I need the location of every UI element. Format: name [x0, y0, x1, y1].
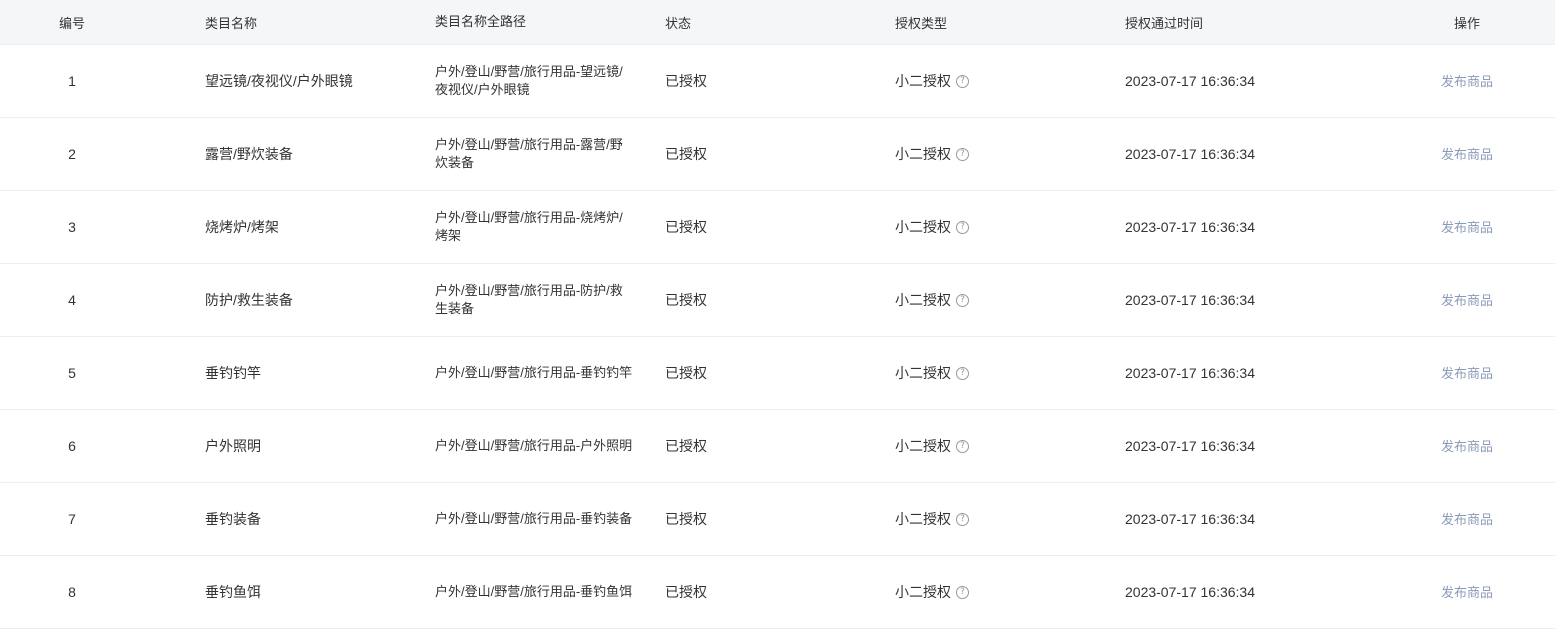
cell-path: 户外/登山/野营/旅行用品-户外照明	[435, 438, 633, 453]
cell-action: 发布商品	[1395, 72, 1539, 91]
header-action: 操作	[1453, 15, 1480, 31]
cell-status: 已授权	[665, 219, 707, 235]
cell-status: 已授权	[665, 73, 707, 89]
cell-action: 发布商品	[1395, 583, 1539, 602]
cell-auth-type: 小二授权 ?	[895, 510, 969, 528]
cell-status: 已授权	[665, 292, 707, 308]
cell-action: 发布商品	[1395, 364, 1539, 383]
cell-auth-time: 2023-07-17 16:36:34	[1125, 365, 1255, 381]
cell-name: 户外照明	[205, 438, 261, 454]
cell-name: 垂钓钓竿	[205, 365, 261, 381]
cell-action: 发布商品	[1395, 510, 1539, 529]
publish-product-link[interactable]: 发布商品	[1441, 147, 1493, 162]
cell-auth-time: 2023-07-17 16:36:34	[1125, 146, 1255, 162]
table-row: 1 望远镜/夜视仪/户外眼镜 户外/登山/野营/旅行用品-望远镜/夜视仪/户外眼…	[0, 45, 1555, 118]
cell-auth-type: 小二授权 ?	[895, 364, 969, 382]
cell-auth-type: 小二授权 ?	[895, 72, 969, 90]
cell-path: 户外/登山/野营/旅行用品-垂钓钓竿	[435, 365, 633, 380]
table-row: 3 烧烤炉/烤架 户外/登山/野营/旅行用品-烧烤炉/烤架 已授权 小二授权 ?…	[0, 191, 1555, 264]
table-row: 6 户外照明 户外/登山/野营/旅行用品-户外照明 已授权 小二授权 ? 202…	[0, 410, 1555, 483]
header-status: 状态	[665, 15, 692, 31]
cell-action: 发布商品	[1395, 218, 1539, 237]
category-auth-table: 编号 类目名称 类目名称全路径 状态 授权类型 授权通过时间 操作 1 望远镜/…	[0, 0, 1555, 629]
publish-product-link[interactable]: 发布商品	[1441, 293, 1493, 308]
cell-status: 已授权	[665, 146, 707, 162]
question-circle-icon[interactable]: ?	[956, 74, 969, 88]
cell-action: 发布商品	[1395, 291, 1539, 310]
cell-id: 8	[68, 584, 76, 600]
table-row: 2 露营/野炊装备 户外/登山/野营/旅行用品-露营/野炊装备 已授权 小二授权…	[0, 118, 1555, 191]
cell-id: 7	[68, 511, 76, 527]
auth-type-label: 小二授权	[895, 511, 951, 527]
publish-product-link[interactable]: 发布商品	[1441, 585, 1493, 600]
header-path: 类目名称全路径	[435, 14, 527, 29]
cell-name: 防护/救生装备	[205, 292, 293, 308]
header-id: 编号	[58, 15, 85, 31]
cell-status: 已授权	[665, 584, 707, 600]
question-circle-icon[interactable]: ?	[956, 585, 969, 599]
publish-product-link[interactable]: 发布商品	[1441, 439, 1493, 454]
table-row: 4 防护/救生装备 户外/登山/野营/旅行用品-防护/救生装备 已授权 小二授权…	[0, 264, 1555, 337]
cell-auth-time: 2023-07-17 16:36:34	[1125, 73, 1255, 89]
cell-name: 露营/野炊装备	[205, 146, 293, 162]
cell-auth-time: 2023-07-17 16:36:34	[1125, 584, 1255, 600]
cell-action: 发布商品	[1395, 145, 1539, 164]
cell-path: 户外/登山/野营/旅行用品-望远镜/夜视仪/户外眼镜	[435, 64, 623, 97]
cell-auth-type: 小二授权 ?	[895, 218, 969, 236]
question-circle-icon[interactable]: ?	[956, 220, 969, 234]
cell-status: 已授权	[665, 511, 707, 527]
cell-id: 1	[68, 73, 76, 89]
publish-product-link[interactable]: 发布商品	[1441, 220, 1493, 235]
cell-path: 户外/登山/野营/旅行用品-垂钓装备	[435, 511, 633, 526]
cell-auth-type: 小二授权 ?	[895, 145, 969, 163]
auth-type-label: 小二授权	[895, 292, 951, 308]
cell-name: 望远镜/夜视仪/户外眼镜	[205, 73, 353, 89]
cell-path: 户外/登山/野营/旅行用品-防护/救生装备	[435, 283, 623, 316]
cell-status: 已授权	[665, 438, 707, 454]
cell-auth-type: 小二授权 ?	[895, 583, 969, 601]
publish-product-link[interactable]: 发布商品	[1441, 512, 1493, 527]
cell-name: 垂钓装备	[205, 511, 261, 527]
cell-id: 4	[68, 292, 76, 308]
publish-product-link[interactable]: 发布商品	[1441, 74, 1493, 89]
table-row: 8 垂钓鱼饵 户外/登山/野营/旅行用品-垂钓鱼饵 已授权 小二授权 ? 202…	[0, 556, 1555, 629]
header-auth-type: 授权类型	[895, 15, 948, 31]
header-auth-time: 授权通过时间	[1125, 15, 1204, 31]
question-circle-icon[interactable]: ?	[956, 147, 969, 161]
cell-id: 6	[68, 438, 76, 454]
cell-path: 户外/登山/野营/旅行用品-垂钓鱼饵	[435, 584, 633, 599]
cell-id: 2	[68, 146, 76, 162]
table-header: 编号 类目名称 类目名称全路径 状态 授权类型 授权通过时间 操作	[0, 0, 1555, 45]
auth-type-label: 小二授权	[895, 365, 951, 381]
cell-path: 户外/登山/野营/旅行用品-烧烤炉/烤架	[435, 210, 623, 243]
cell-auth-time: 2023-07-17 16:36:34	[1125, 219, 1255, 235]
cell-name: 烧烤炉/烤架	[205, 219, 279, 235]
cell-auth-time: 2023-07-17 16:36:34	[1125, 511, 1255, 527]
auth-type-label: 小二授权	[895, 438, 951, 454]
question-circle-icon[interactable]: ?	[956, 293, 969, 307]
cell-auth-time: 2023-07-17 16:36:34	[1125, 438, 1255, 454]
auth-type-label: 小二授权	[895, 73, 951, 89]
table-body: 1 望远镜/夜视仪/户外眼镜 户外/登山/野营/旅行用品-望远镜/夜视仪/户外眼…	[0, 45, 1555, 629]
table-row: 7 垂钓装备 户外/登山/野营/旅行用品-垂钓装备 已授权 小二授权 ? 202…	[0, 483, 1555, 556]
auth-type-label: 小二授权	[895, 219, 951, 235]
publish-product-link[interactable]: 发布商品	[1441, 366, 1493, 381]
cell-auth-type: 小二授权 ?	[895, 291, 969, 309]
header-name: 类目名称	[205, 15, 258, 31]
cell-auth-type: 小二授权 ?	[895, 437, 969, 455]
cell-status: 已授权	[665, 365, 707, 381]
cell-auth-time: 2023-07-17 16:36:34	[1125, 292, 1255, 308]
cell-path: 户外/登山/野营/旅行用品-露营/野炊装备	[435, 137, 623, 170]
auth-type-label: 小二授权	[895, 584, 951, 600]
question-circle-icon[interactable]: ?	[956, 439, 969, 453]
cell-id: 3	[68, 219, 76, 235]
cell-id: 5	[68, 365, 76, 381]
table-row: 5 垂钓钓竿 户外/登山/野营/旅行用品-垂钓钓竿 已授权 小二授权 ? 202…	[0, 337, 1555, 410]
question-circle-icon[interactable]: ?	[956, 366, 969, 380]
cell-action: 发布商品	[1395, 437, 1539, 456]
question-circle-icon[interactable]: ?	[956, 512, 969, 526]
cell-name: 垂钓鱼饵	[205, 584, 261, 600]
auth-type-label: 小二授权	[895, 146, 951, 162]
